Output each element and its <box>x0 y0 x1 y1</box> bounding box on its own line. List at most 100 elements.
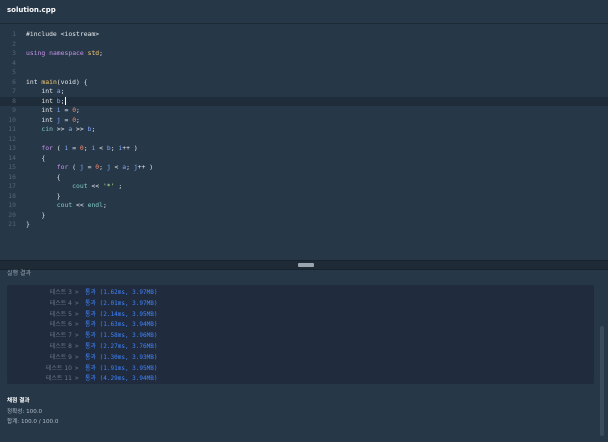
line-number: 3 <box>12 49 16 57</box>
code-text[interactable]: int b; <box>26 96 66 107</box>
code-token: cout <box>72 182 88 190</box>
code-token: ; <box>76 115 80 124</box>
code-line[interactable]: 10 int j = 0; <box>0 116 608 126</box>
test-label: 테스트 6 <box>49 321 72 329</box>
code-editor[interactable]: 1 #include <iostream> 2 3 using namespace st… <box>0 24 608 260</box>
code-line[interactable]: 16 { <box>0 173 608 183</box>
code-token: >> <box>52 125 69 133</box>
test-separator: > <box>75 310 79 318</box>
test-separator: > <box>75 343 79 350</box>
code-token: int <box>26 87 57 95</box>
code-token: using <box>26 49 46 57</box>
code-line[interactable]: 8 int b; <box>0 96 608 107</box>
code-token: ; <box>91 125 96 133</box>
code-text[interactable]: cout << '*' ; <box>26 182 122 192</box>
panel-resizer[interactable] <box>0 260 608 270</box>
code-token: } <box>26 191 61 200</box>
code-line[interactable]: 15 for ( j = 0; j < a; j++ ) <box>0 163 608 173</box>
code-text[interactable]: cin >> a >> b; <box>26 125 95 135</box>
test-label: 테스트 7 <box>49 332 72 340</box>
file-tab[interactable]: solution.cpp <box>7 6 56 14</box>
result-row: 테스트 10 > 통과 (1.91ms, 3.95MB) <box>7 364 594 375</box>
code-line[interactable]: 6 int main(void) { <box>0 78 608 88</box>
code-line[interactable]: 14 { <box>0 154 608 164</box>
code-text[interactable]: for ( i = 0; i < b; i++ ) <box>26 144 137 154</box>
resize-handle[interactable] <box>298 263 314 267</box>
test-label: 테스트 4 <box>49 299 72 307</box>
code-line[interactable]: 5 <box>0 68 608 78</box>
test-separator: > <box>75 321 79 329</box>
code-line[interactable]: 21} <box>0 220 608 230</box>
code-text[interactable]: #include <iostream> <box>26 30 99 40</box>
test-result: 통과 (1.91ms, 3.95MB) <box>85 364 158 372</box>
code-text[interactable]: int i = 0; <box>26 106 80 116</box>
line-number: 18 <box>8 191 16 200</box>
code-text[interactable]: } <box>26 211 45 221</box>
code-text[interactable]: for ( j = 0; j < a; j++ ) <box>26 163 153 173</box>
code-line[interactable]: 4 <box>0 59 608 69</box>
code-text[interactable]: int j = 0; <box>26 116 80 126</box>
line-number: 5 <box>12 68 16 76</box>
code-token: ; <box>60 87 65 95</box>
code-text[interactable]: { <box>26 154 45 164</box>
results-scrollbar[interactable] <box>600 326 604 436</box>
result-row: 테스트 11 > 통과 (4.29ms, 3.94MB) <box>7 374 594 385</box>
code-line[interactable]: 19 cout << endl; <box>0 201 608 211</box>
result-row: 테스트 5 > 통과 (2.14ms, 3.95MB) <box>7 310 594 321</box>
code-token: for <box>56 163 69 171</box>
code-token: = <box>83 163 96 171</box>
code-token: int <box>26 106 57 114</box>
test-label: 테스트 10 <box>45 364 72 372</box>
code-line[interactable]: 13 for ( i = 0; i < b; i++ ) <box>0 144 608 154</box>
test-label: 테스트 8 <box>49 343 72 350</box>
code-token: endl <box>87 201 103 209</box>
line-number: 7 <box>12 87 16 95</box>
code-text[interactable]: { <box>26 173 61 183</box>
code-token: { <box>26 172 61 181</box>
code-line[interactable]: 1 #include <iostream> <box>0 30 608 40</box>
code-token: < <box>95 144 107 152</box>
line-number: 8 <box>12 96 16 105</box>
code-text[interactable]: } <box>26 192 61 202</box>
code-text[interactable]: int a; <box>26 87 65 97</box>
code-line[interactable]: 3 using namespace std; <box>0 49 608 59</box>
test-result: 통과 (1.63ms, 3.94MB) <box>85 321 158 329</box>
test-result: 통과 (4.29ms, 3.94MB) <box>85 375 158 383</box>
line-number: 2 <box>12 39 16 48</box>
test-separator: > <box>75 289 79 296</box>
code-line[interactable]: 17 cout << '*' ; <box>0 182 608 192</box>
code-line[interactable]: 2 <box>0 40 608 50</box>
test-separator: > <box>75 353 79 361</box>
code-text[interactable]: int main(void) { <box>26 78 88 88</box>
line-number: 21 <box>8 220 16 228</box>
result-row: 테스트 6 > 통과 (1.63ms, 3.94MB) <box>7 320 594 331</box>
code-token: = <box>68 144 80 152</box>
line-number: 12 <box>8 134 16 143</box>
code-line[interactable]: 7 int a; <box>0 87 608 97</box>
line-number: 1 <box>12 30 16 38</box>
code-line[interactable]: 9 int i = 0; <box>0 106 608 116</box>
code-token: = <box>60 106 73 114</box>
code-text[interactable]: } <box>26 220 30 230</box>
code-text[interactable]: using namespace std; <box>26 49 103 59</box>
code-line[interactable]: 12 <box>0 135 608 145</box>
code-line[interactable]: 11 cin >> a >> b; <box>0 125 608 135</box>
code-text[interactable]: cout << endl; <box>26 201 107 211</box>
code-token: main <box>41 77 57 86</box>
test-result: 통과 (2.14ms, 3.95MB) <box>85 310 158 318</box>
code-token: cout <box>56 201 73 209</box>
code-token: < <box>110 163 123 171</box>
line-number: 16 <box>8 172 16 181</box>
code-line[interactable]: 20 } <box>0 211 608 221</box>
text-cursor <box>64 96 66 105</box>
results-title: 실행 결과 <box>7 270 31 277</box>
result-row: 테스트 9 > 통과 (1.30ms, 3.93MB) <box>7 353 594 364</box>
code-token: ; <box>99 163 107 171</box>
line-number: 6 <box>12 77 16 86</box>
test-result: 통과 (1.58ms, 3.96MB) <box>85 332 158 340</box>
code-line[interactable]: 18 } <box>0 192 608 202</box>
result-row: 테스트 8 > 통과 (2.27ms, 3.76MB) <box>7 342 594 353</box>
result-row: 테스트 7 > 통과 (1.58ms, 3.96MB) <box>7 331 594 342</box>
